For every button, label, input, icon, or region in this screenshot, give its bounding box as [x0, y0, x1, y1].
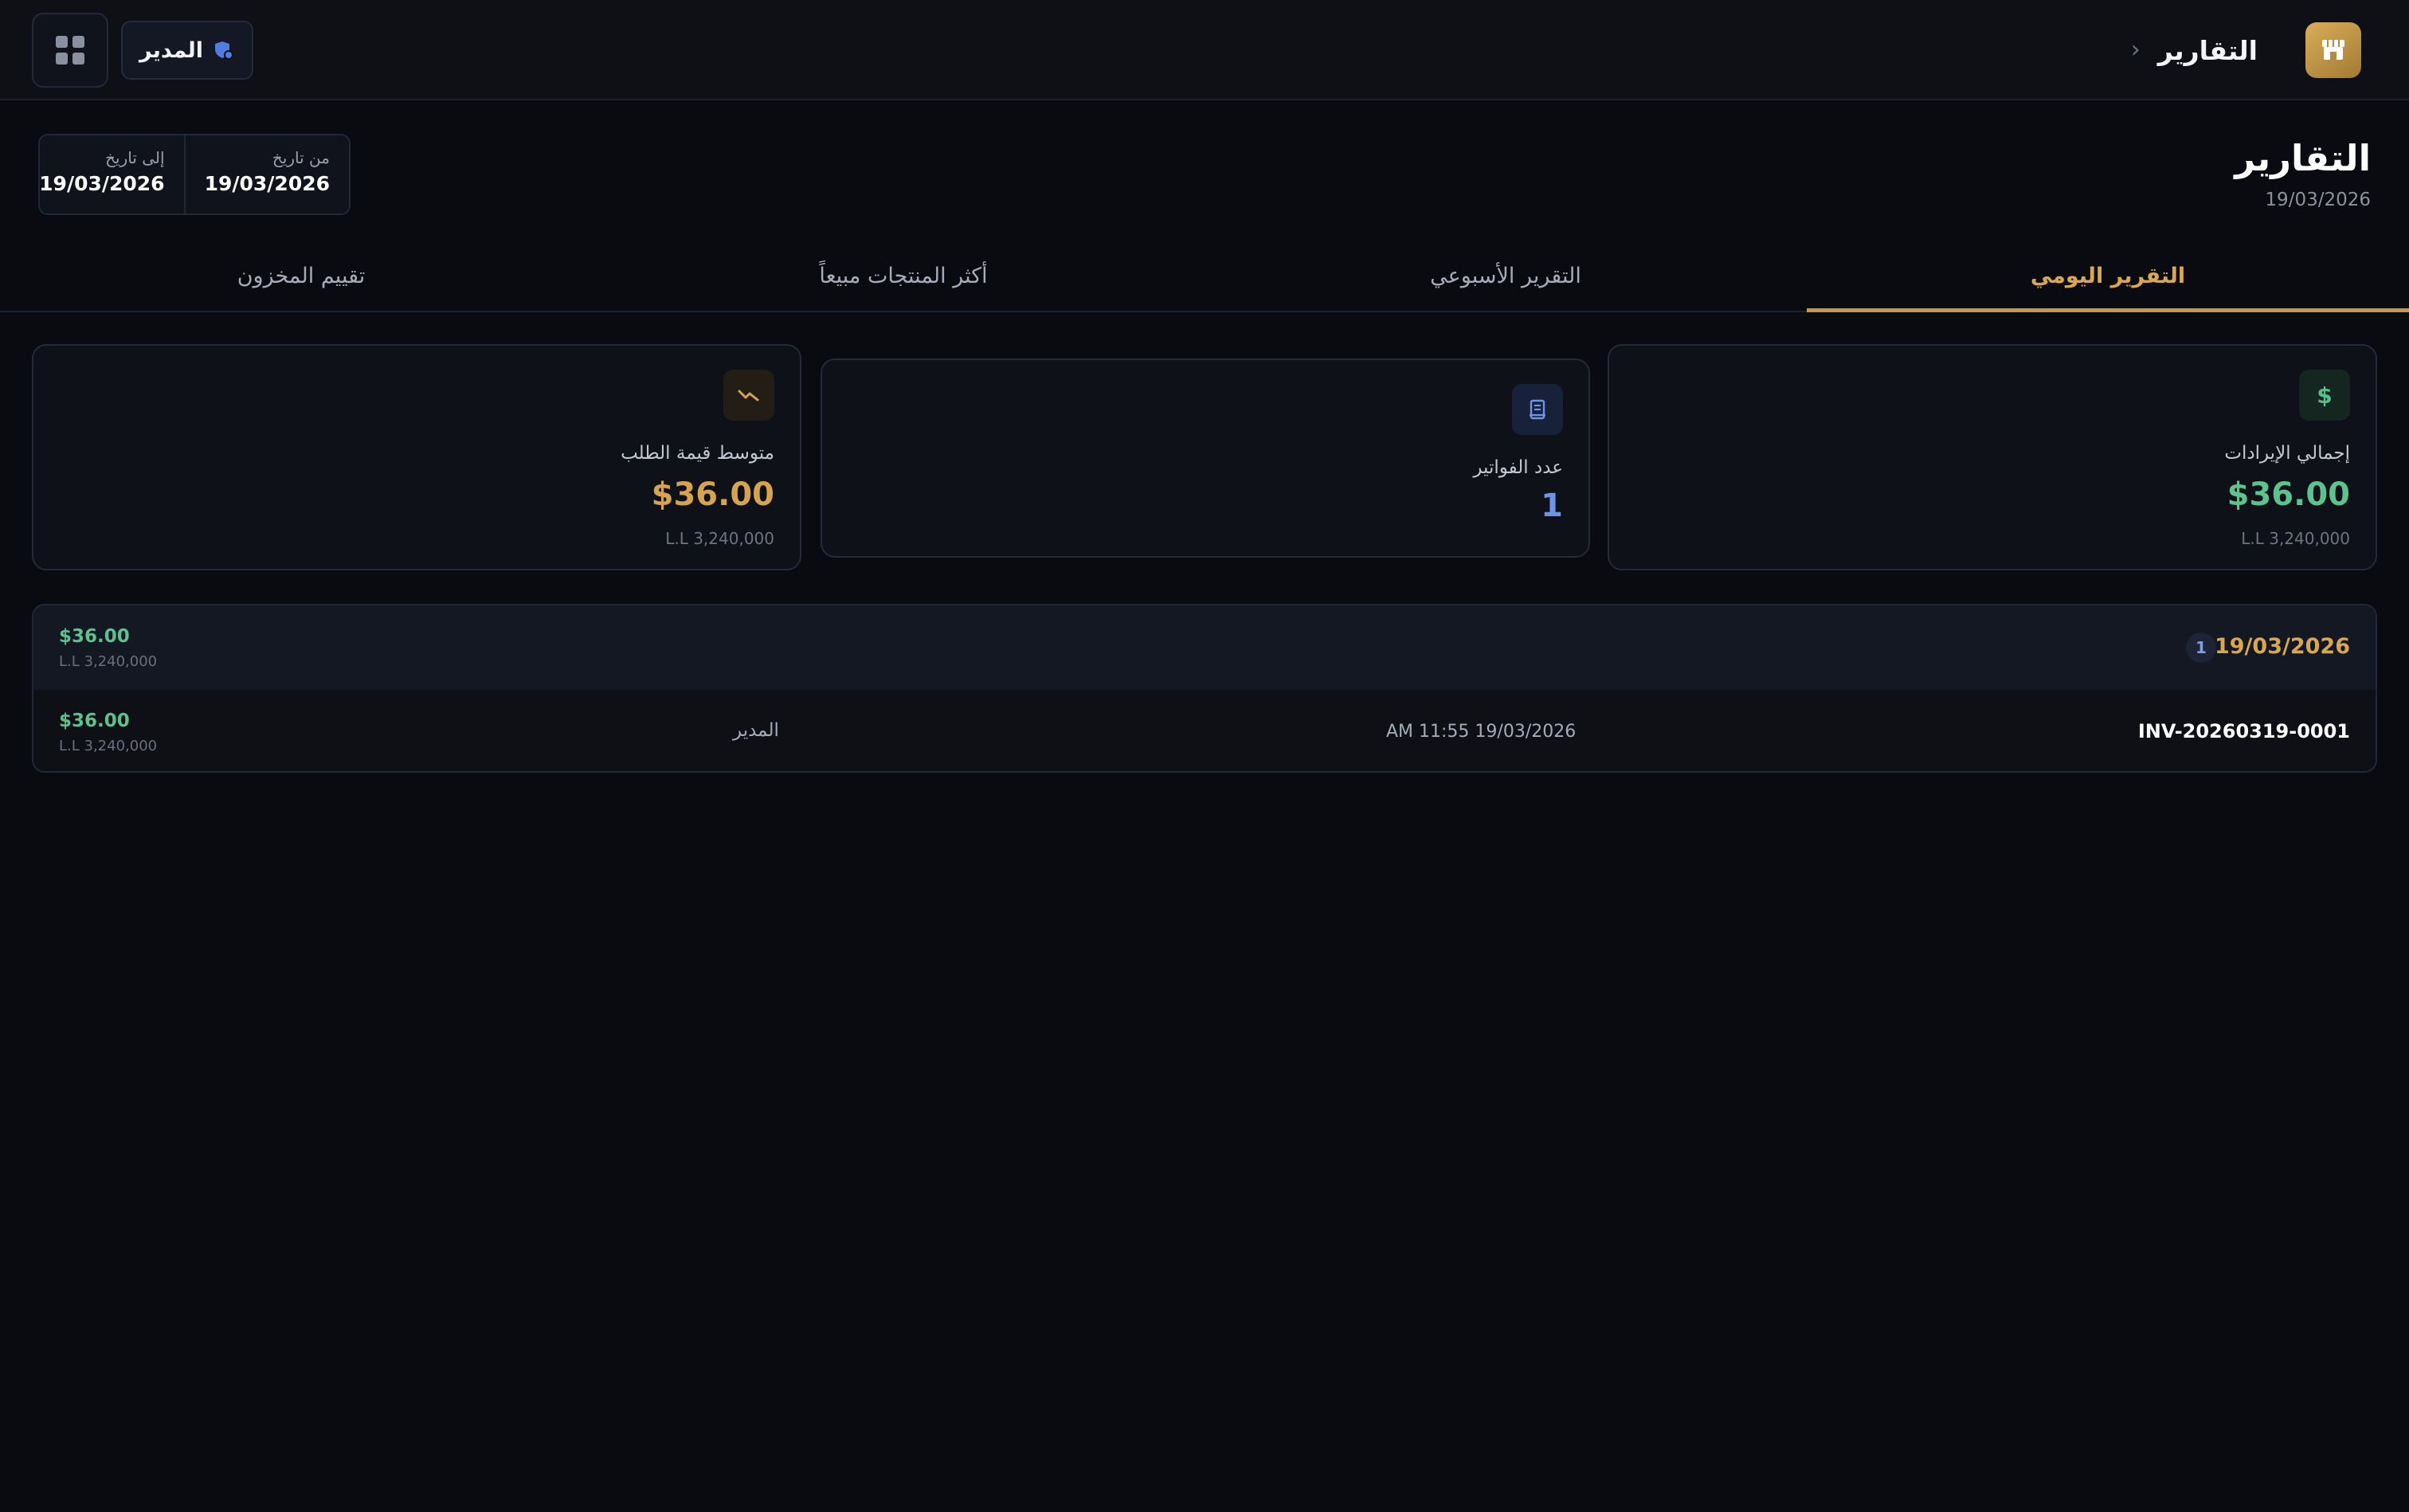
invoice-count-value: 1: [1541, 488, 1563, 524]
invoice-count-label: عدد الفواتير: [1473, 457, 1563, 478]
revenue-value: $36.00: [2227, 476, 2350, 513]
trend-icon: [723, 370, 774, 421]
grid-icon: [56, 36, 84, 65]
store-home-button[interactable]: [2305, 22, 2361, 78]
page-title: التقارير: [2235, 137, 2371, 179]
date-range-picker[interactable]: من تاريخ 19/03/2026 إلى تاريخ 19/03/2026: [38, 134, 351, 215]
tab-inventory-valuation[interactable]: تقييم المخزون: [0, 241, 602, 311]
revenue-label: إجمالي الإيرادات: [2224, 443, 2350, 464]
top-bar: المدير التقارير ‹: [0, 0, 2409, 100]
page-date: 19/03/2026: [2265, 190, 2371, 210]
revenue-card: $ إجمالي الإيرادات $36.00 L.L 3,240,000: [1608, 344, 2377, 570]
from-date-value: 19/03/2026: [204, 172, 330, 195]
invoice-datetime: AM 11:55 19/03/2026: [1386, 722, 1577, 742]
app-root: المدير التقارير ‹ التقارير 19/03/2026 من…: [0, 0, 2409, 1512]
breadcrumb: التقارير ‹: [2131, 30, 2258, 70]
to-date-caption: إلى تاريخ: [105, 148, 165, 167]
breadcrumb-title: التقارير: [2157, 34, 2258, 66]
average-order-label: متوسط قيمة الطلب: [621, 443, 774, 464]
user-menu-button[interactable]: المدير: [121, 21, 253, 80]
day-invoice-count-badge: 1: [2186, 633, 2216, 663]
invoice-lbp: L.L 3,240,000: [59, 738, 158, 754]
user-name: المدير: [139, 37, 204, 63]
report-tabs: التقرير اليومي التقرير الأسبوعي أكثر الم…: [0, 241, 2409, 312]
average-order-card: متوسط قيمة الطلب $36.00 L.L 3,240,000: [32, 344, 801, 570]
day-total-lbp: L.L 3,240,000: [59, 653, 158, 670]
to-date-field[interactable]: إلى تاريخ 19/03/2026: [20, 135, 186, 213]
chevron-left-icon: ‹: [2130, 36, 2141, 64]
average-order-lbp: L.L 3,240,000: [665, 529, 774, 548]
dollar-icon: $: [2299, 370, 2350, 421]
day-group-header[interactable]: 19/03/2026 1 $36.00 L.L 3,240,000: [33, 605, 2376, 690]
receipt-icon: [1512, 384, 1563, 435]
invoice-count-card: عدد الفواتير 1: [821, 358, 1590, 558]
daily-invoices-table: 19/03/2026 1 $36.00 L.L 3,240,000 INV-20…: [32, 604, 2377, 773]
day-group-date: 19/03/2026: [2214, 634, 2350, 659]
tab-weekly-report[interactable]: التقرير الأسبوعي: [1204, 241, 1807, 311]
shield-user-icon: [215, 41, 234, 60]
from-date-field[interactable]: من تاريخ 19/03/2026: [186, 135, 349, 213]
from-date-caption: من تاريخ: [272, 148, 330, 167]
store-icon: [2322, 40, 2344, 60]
day-total-usd: $36.00: [59, 626, 130, 647]
invoice-number: INV-20260319-0001: [2137, 720, 2350, 742]
tab-daily-report[interactable]: التقرير اليومي: [1807, 241, 2409, 312]
invoice-amount: $36.00 L.L 3,240,000: [59, 711, 157, 754]
revenue-lbp: L.L 3,240,000: [2241, 529, 2350, 548]
invoice-user: المدير: [733, 720, 779, 741]
table-row[interactable]: INV-20260319-0001 AM 11:55 19/03/2026 ال…: [33, 691, 2376, 771]
invoice-usd: $36.00: [59, 711, 130, 731]
average-order-value: $36.00: [651, 476, 774, 513]
apps-grid-button[interactable]: [32, 13, 108, 88]
tab-top-products[interactable]: أكثر المنتجات مبيعاً: [602, 241, 1204, 311]
to-date-value: 19/03/2026: [39, 172, 165, 195]
day-total: $36.00 L.L 3,240,000: [59, 626, 157, 670]
